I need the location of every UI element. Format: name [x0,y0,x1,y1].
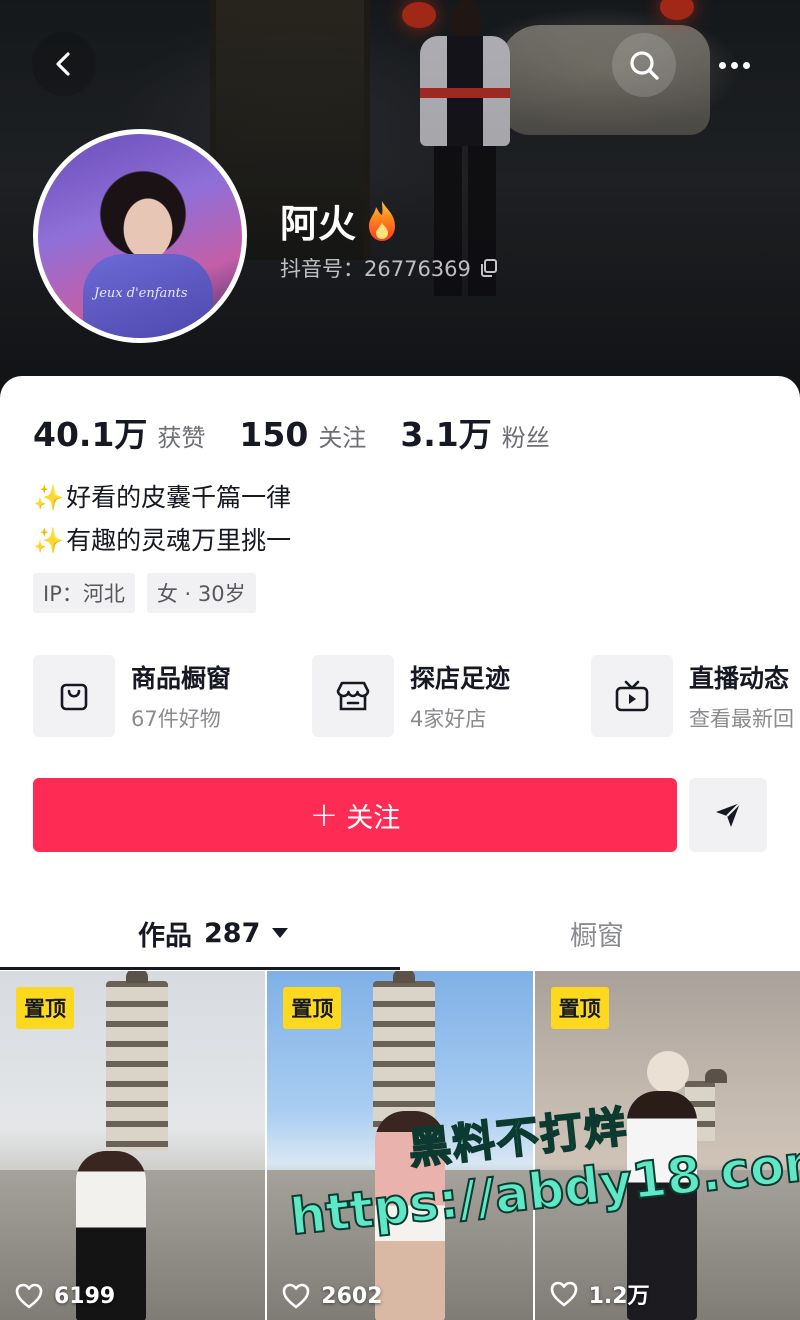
bio-text: 好看的皮囊千篇一律 [66,483,292,512]
plus-icon: + [309,795,339,835]
feature-subtitle: 4家好店 [410,707,487,731]
video-likes: 2602 [281,1282,383,1310]
video-grid: 置顶 6199 置顶 2602 置顶 1.2万 [0,971,800,1320]
stat-label: 粉丝 [501,424,550,452]
tab-shop-window[interactable]: 橱窗 [570,896,624,970]
feature-title: 探店足迹 [410,664,511,693]
search-icon [630,51,659,80]
pinned-badge: 置顶 [550,987,609,1029]
caret-down-icon[interactable] [272,928,289,938]
ip-location-tag: IP：河北 [33,573,135,613]
more-dots-icon [718,61,750,69]
stat-label: 获赞 [157,424,206,452]
copy-icon[interactable] [479,258,499,278]
profile-banner: Jeux d'enfants 阿火 抖音号：26776369 [0,0,800,400]
likes-count: 2602 [321,1283,383,1309]
chevron-left-icon [56,52,70,76]
stat-likes[interactable]: 40.1万 获赞 [33,408,205,456]
active-tab-indicator [0,967,400,970]
stat-value: 150 [239,415,309,454]
feature-subtitle: 查看最新回 [689,707,794,731]
heart-icon [15,1283,43,1309]
stat-value: 3.1万 [400,415,492,454]
profile-tags: IP：河北 女 · 30岁 [33,573,256,613]
shopping-bag-icon [60,683,88,711]
bio-line: ✨好看的皮囊千篇一律 [33,476,291,519]
likes-count: 1.2万 [588,1284,650,1309]
search-button[interactable] [612,33,676,97]
feature-title: 直播动态 [689,664,790,693]
send-message-button[interactable] [689,778,767,852]
more-button[interactable] [702,33,766,97]
tab-label: 橱窗 [570,920,624,952]
video-thumbnail[interactable]: 置顶 6199 [0,971,266,1320]
sparkle-icon: ✨ [33,526,65,555]
profile-tabs: 作品 287 橱窗 [0,896,800,970]
feature-live-updates[interactable]: 直播动态 查看最新回 [591,655,800,737]
video-thumbnail[interactable]: 置顶 2602 [267,971,533,1320]
feature-subtitle: 67件好物 [131,707,221,731]
pinned-badge: 置顶 [16,987,74,1029]
gender-age-tag: 女 · 30岁 [146,573,256,613]
douyin-id: 抖音号：26776369 [280,253,499,283]
bio-text: 有趣的灵魂万里挑一 [66,526,292,555]
profile-name-row: 阿火 [280,193,400,248]
video-likes: 6199 [14,1282,115,1310]
likes-count: 6199 [54,1283,116,1309]
douyin-id-text: 抖音号：26776369 [280,257,471,281]
stat-label: 关注 [318,424,367,452]
profile-bio: ✨好看的皮囊千篇一律 ✨有趣的灵魂万里挑一 [33,476,291,562]
profile-name: 阿火 [280,202,357,246]
sparkle-icon: ✨ [33,483,65,512]
pinned-badge: 置顶 [283,987,342,1029]
avatar[interactable]: Jeux d'enfants [33,129,247,343]
fire-icon [369,200,396,241]
feature-shop-window[interactable]: 商品橱窗 67件好物 [33,655,312,737]
feature-title: 商品橱窗 [131,664,232,693]
heart-icon [282,1283,310,1309]
tab-works[interactable]: 作品 287 [138,896,289,970]
follow-button[interactable]: + 关注 [33,778,677,852]
stat-followers[interactable]: 3.1万 粉丝 [400,408,549,456]
video-thumbnail[interactable]: 置顶 1.2万 [534,971,800,1320]
send-icon [716,802,741,827]
store-icon [336,681,370,711]
follow-button-label: 关注 [346,802,401,834]
avatar-signature: Jeux d'enfants [94,286,188,301]
tv-icon [615,680,649,712]
tab-count: 287 [204,917,261,949]
bio-line: ✨有趣的灵魂万里挑一 [33,519,291,562]
stat-value: 40.1万 [33,415,148,454]
video-likes: 1.2万 [549,1278,650,1310]
profile-stats: 40.1万 获赞 150 关注 3.1万 粉丝 [33,408,584,456]
stat-following[interactable]: 150 关注 [239,415,366,454]
feature-strip: 商品橱窗 67件好物 探店足迹 4家好店 直播动态 查看最新回 [0,655,800,745]
tab-label: 作品 [138,920,192,952]
heart-icon [550,1281,577,1307]
back-button[interactable] [32,32,96,96]
feature-store-visits[interactable]: 探店足迹 4家好店 [312,655,591,737]
